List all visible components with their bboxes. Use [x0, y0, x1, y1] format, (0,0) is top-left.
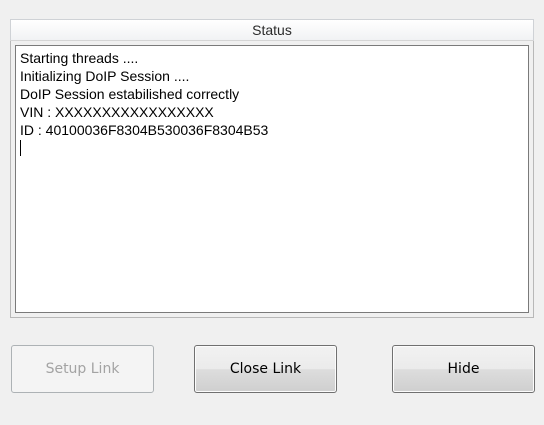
status-line: Initializing DoIP Session ....: [20, 68, 190, 84]
status-line: Starting threads ....: [20, 50, 139, 66]
status-log-textarea[interactable]: Starting threads .... Initializing DoIP …: [15, 45, 529, 313]
status-line: ID : 40100036F8304B530036F8304B53: [20, 122, 269, 138]
text-cursor: [20, 140, 21, 156]
setup-link-button[interactable]: Setup Link: [11, 345, 154, 393]
close-link-button[interactable]: Close Link: [194, 345, 337, 393]
status-line: DoIP Session estabilished correctly: [20, 86, 240, 102]
status-line: VIN : XXXXXXXXXXXXXXXXX: [20, 104, 214, 120]
status-panel: Starting threads .... Initializing DoIP …: [10, 41, 534, 318]
status-header: Status: [10, 19, 534, 41]
hide-button[interactable]: Hide: [392, 345, 535, 393]
